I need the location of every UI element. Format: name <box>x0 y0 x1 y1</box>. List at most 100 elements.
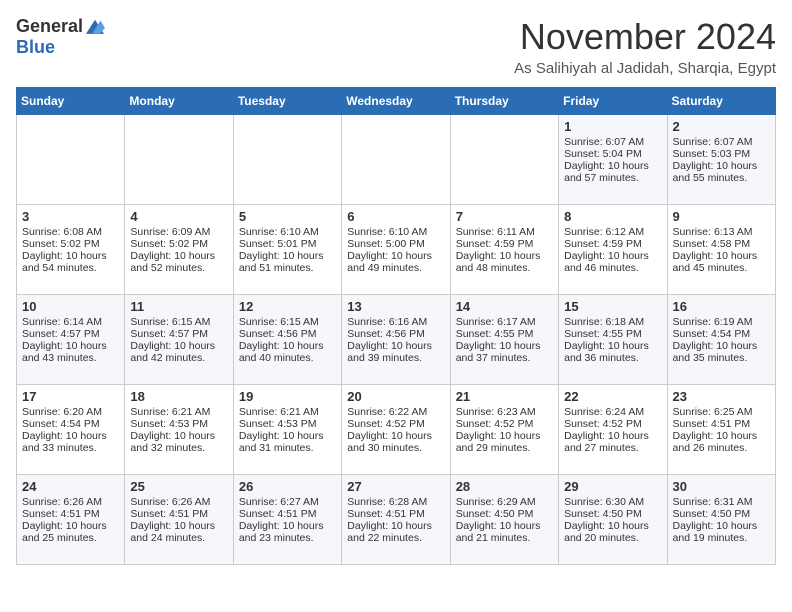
calendar-cell: 23Sunrise: 6:25 AMSunset: 4:51 PMDayligh… <box>667 385 775 475</box>
calendar-cell: 3Sunrise: 6:08 AMSunset: 5:02 PMDaylight… <box>17 205 125 295</box>
calendar-cell: 25Sunrise: 6:26 AMSunset: 4:51 PMDayligh… <box>125 475 233 565</box>
day-info: Sunrise: 6:29 AM <box>456 496 553 508</box>
calendar-cell: 29 Sunrise: 6:30 AMSunset: 4:50 PMDayligh… <box>559 475 667 565</box>
calendar-body: 1 Sunrise: 6:07 AM Sunset: 5:04 PM Daylight… <box>17 115 776 565</box>
day-number: 27 <box>347 479 444 494</box>
day-number: 30 <box>673 479 770 494</box>
day-info: Sunrise: 6:30 AM <box>564 496 661 508</box>
day-info: Sunrise: 6:20 AM <box>22 406 119 418</box>
day-info: Sunset: 4:58 PM <box>673 238 770 250</box>
day-header: Saturday <box>667 88 775 115</box>
day-info: Sunset: 4:52 PM <box>456 418 553 430</box>
calendar-cell <box>233 115 341 205</box>
day-info: Daylight: 10 hours and 55 minutes. <box>673 160 770 184</box>
calendar-cell: 1Sunrise: 6:07 AMSunset: 5:04 PMDaylight… <box>559 115 667 205</box>
calendar-cell: 10Sunrise: 6:14 AMSunset: 4:57 PMDayligh… <box>17 295 125 385</box>
day-info: Sunset: 4:53 PM <box>130 418 227 430</box>
calendar-cell: 18Sunrise: 6:21 AMSunset: 4:53 PMDayligh… <box>125 385 233 475</box>
day-info: Sunrise: 6:09 AM <box>130 226 227 238</box>
calendar-cell: 5Sunrise: 6:10 AMSunset: 5:01 PMDaylight… <box>233 205 341 295</box>
day-header: Sunday <box>17 88 125 115</box>
day-info: Daylight: 10 hours and 51 minutes. <box>239 250 336 274</box>
day-info: Sunrise: 6:31 AM <box>673 496 770 508</box>
day-info: Sunset: 4:57 PM <box>130 328 227 340</box>
day-info: Sunset: 5:02 PM <box>130 238 227 250</box>
day-info: Sunset: 4:52 PM <box>347 418 444 430</box>
day-info: Sunrise: 6:24 AM <box>564 406 661 418</box>
calendar-cell: 8Sunrise: 6:12 AMSunset: 4:59 PMDaylight… <box>559 205 667 295</box>
day-info: Daylight: 10 hours and 35 minutes. <box>673 340 770 364</box>
day-info: Daylight: 10 hours and 24 minutes. <box>130 520 227 544</box>
day-header: Tuesday <box>233 88 341 115</box>
logo-blue: Blue <box>16 37 55 58</box>
calendar-cell: 30Sunrise: 6:31 AMSunset: 4:50 PMDayligh… <box>667 475 775 565</box>
logo: General Blue <box>16 16 105 58</box>
day-info: Daylight: 10 hours and 45 minutes. <box>673 250 770 274</box>
day-number: 2 <box>673 119 770 134</box>
calendar-cell: 9Sunrise: 6:13 AMSunset: 4:58 PMDaylight… <box>667 205 775 295</box>
day-number: 18 <box>130 389 227 404</box>
day-info: Sunset: 4:52 PM <box>564 418 661 430</box>
calendar-week-row: 17Sunrise: 6:20 AMSunset: 4:54 PMDayligh… <box>17 385 776 475</box>
day-number: 12 <box>239 299 336 314</box>
day-info: Daylight: 10 hours and 40 minutes. <box>239 340 336 364</box>
calendar-cell: 16Sunrise: 6:19 AMSunset: 4:54 PMDayligh… <box>667 295 775 385</box>
day-info: Sunset: 4:57 PM <box>22 328 119 340</box>
day-info: Daylight: 10 hours and 25 minutes. <box>22 520 119 544</box>
day-number: 23 <box>673 389 770 404</box>
day-info: Sunrise: 6:23 AM <box>456 406 553 418</box>
day-header: Monday <box>125 88 233 115</box>
day-info: Sunrise: 6:26 AM <box>130 496 227 508</box>
day-info: Sunset: 4:50 PM <box>673 508 770 520</box>
day-number: 29 <box>564 479 661 494</box>
day-header: Thursday <box>450 88 558 115</box>
day-number: 1 <box>564 119 661 134</box>
day-info: Sunrise: 6:28 AM <box>347 496 444 508</box>
calendar-week-row: 10Sunrise: 6:14 AMSunset: 4:57 PMDayligh… <box>17 295 776 385</box>
day-info: Sunrise: 6:13 AM <box>673 226 770 238</box>
day-number: 20 <box>347 389 444 404</box>
calendar-cell: 12Sunrise: 6:15 AMSunset: 4:56 PMDayligh… <box>233 295 341 385</box>
day-number: 15 <box>564 299 661 314</box>
day-info: Sunset: 5:01 PM <box>239 238 336 250</box>
day-info: Sunrise: 6:15 AM <box>239 316 336 328</box>
day-number: 21 <box>456 389 553 404</box>
day-info: Daylight: 10 hours and 29 minutes. <box>456 430 553 454</box>
day-info: Sunset: 5:04 PM <box>564 148 661 160</box>
day-info: Sunset: 4:53 PM <box>239 418 336 430</box>
day-number: 25 <box>130 479 227 494</box>
day-info: Sunrise: 6:21 AM <box>130 406 227 418</box>
day-info: Sunrise: 6:07 AM <box>673 136 770 148</box>
logo-general: General <box>16 16 83 37</box>
calendar-cell: 19Sunrise: 6:21 AMSunset: 4:53 PMDayligh… <box>233 385 341 475</box>
day-info: Sunset: 4:50 PM <box>564 508 661 520</box>
calendar-table: SundayMondayTuesdayWednesdayThursdayFrid… <box>16 87 776 565</box>
calendar-cell: 28Sunrise: 6:29 AMSunset: 4:50 PMDayligh… <box>450 475 558 565</box>
calendar-cell: 4Sunrise: 6:09 AMSunset: 5:02 PMDaylight… <box>125 205 233 295</box>
day-header: Wednesday <box>342 88 450 115</box>
day-info: Sunset: 4:56 PM <box>347 328 444 340</box>
day-info: Sunset: 4:59 PM <box>564 238 661 250</box>
day-info: Sunset: 4:50 PM <box>456 508 553 520</box>
calendar-cell: 7Sunrise: 6:11 AMSunset: 4:59 PMDaylight… <box>450 205 558 295</box>
day-number: 19 <box>239 389 336 404</box>
day-info: Sunrise: 6:14 AM <box>22 316 119 328</box>
day-info: Daylight: 10 hours and 20 minutes. <box>564 520 661 544</box>
day-info: Sunset: 4:51 PM <box>673 418 770 430</box>
day-info: Sunrise: 6:17 AM <box>456 316 553 328</box>
calendar-cell: 27Sunrise: 6:28 AMSunset: 4:51 PMDayligh… <box>342 475 450 565</box>
day-info: Sunset: 5:03 PM <box>673 148 770 160</box>
calendar-cell: 14Sunrise: 6:17 AMSunset: 4:55 PMDayligh… <box>450 295 558 385</box>
day-info: Sunrise: 6:10 AM <box>347 226 444 238</box>
day-info: Daylight: 10 hours and 46 minutes. <box>564 250 661 274</box>
day-info: Sunset: 5:02 PM <box>22 238 119 250</box>
day-number: 17 <box>22 389 119 404</box>
calendar-cell: 22Sunrise: 6:24 AMSunset: 4:52 PMDayligh… <box>559 385 667 475</box>
day-info: Sunrise: 6:21 AM <box>239 406 336 418</box>
day-info: Sunset: 4:51 PM <box>22 508 119 520</box>
calendar-cell <box>342 115 450 205</box>
day-info: Sunrise: 6:22 AM <box>347 406 444 418</box>
day-info: Daylight: 10 hours and 23 minutes. <box>239 520 336 544</box>
day-info: Daylight: 10 hours and 22 minutes. <box>347 520 444 544</box>
day-info: Daylight: 10 hours and 30 minutes. <box>347 430 444 454</box>
